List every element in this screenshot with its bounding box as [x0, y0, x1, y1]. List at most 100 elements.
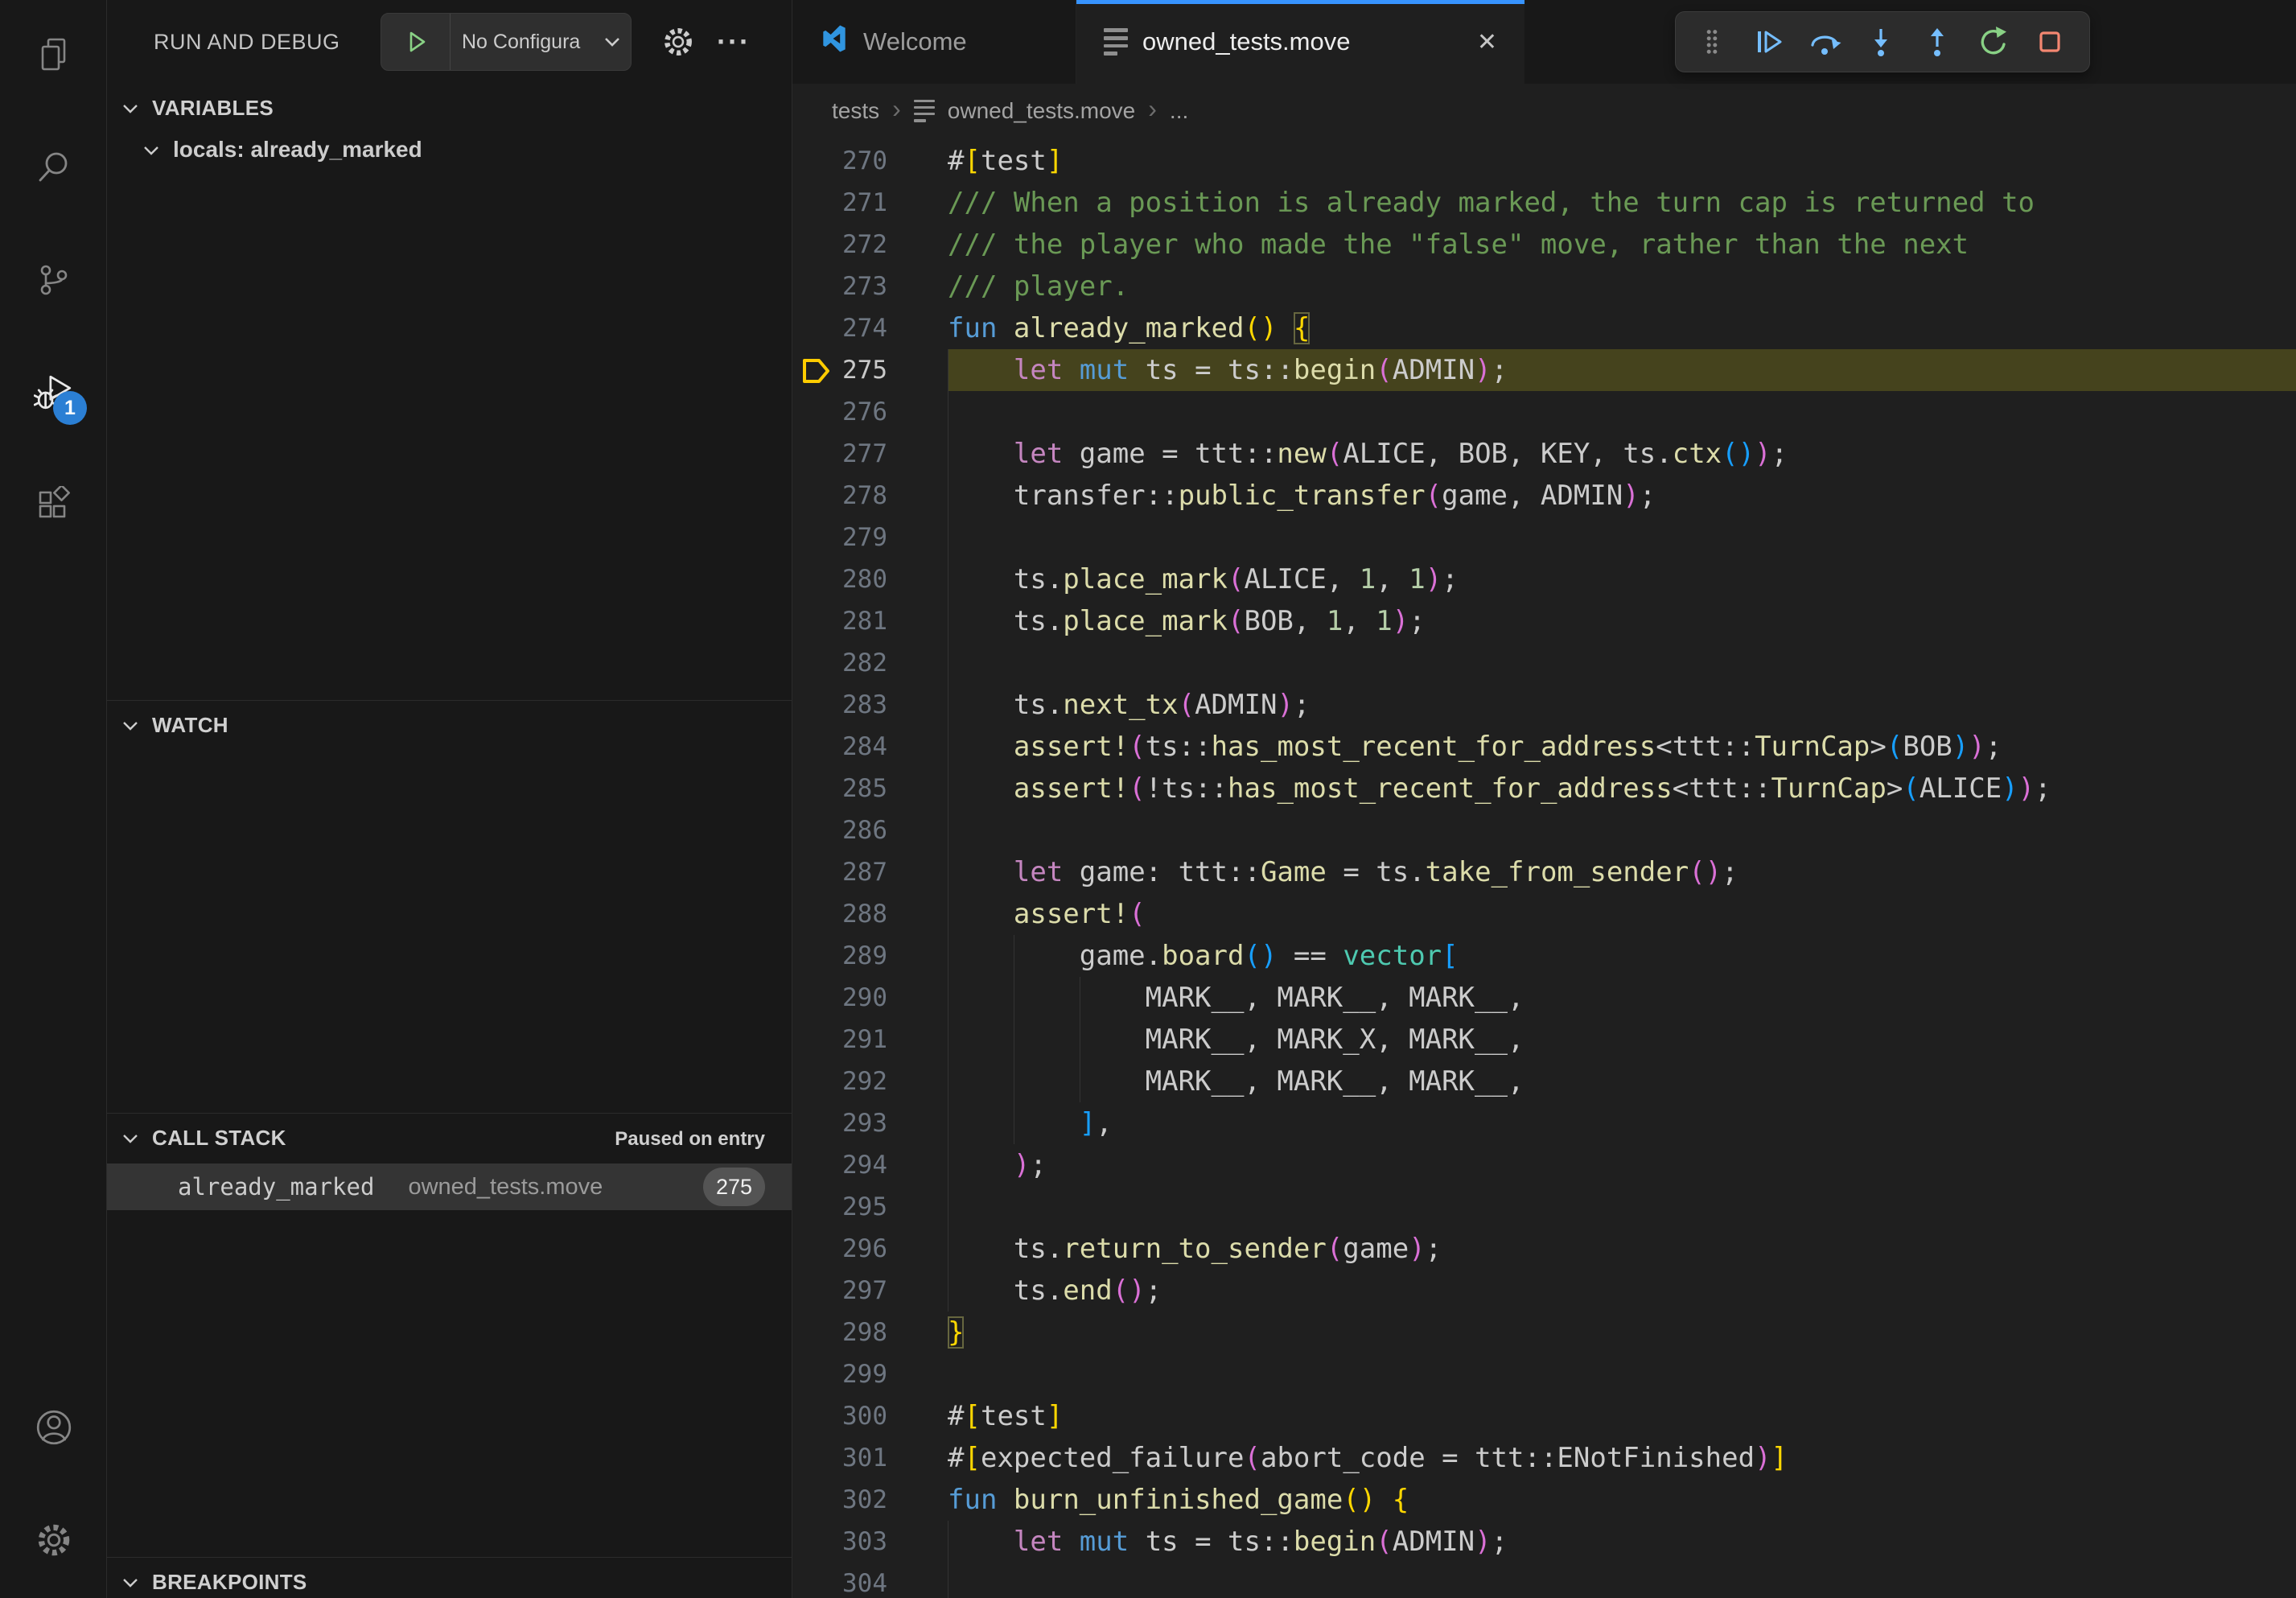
manage-button[interactable]	[0, 1485, 107, 1598]
line-number[interactable]: 278	[792, 475, 887, 517]
debug-settings-gear-icon[interactable]	[660, 24, 696, 64]
code-line[interactable]: 280 ts.place_mark(ALICE, 1, 1);	[792, 558, 2296, 600]
line-number[interactable]: 295	[792, 1186, 887, 1228]
tab-owned-tests-move[interactable]: owned_tests.move ✕	[1076, 0, 1524, 84]
code-line[interactable]: 283 ts.next_tx(ADMIN);	[792, 684, 2296, 726]
line-number[interactable]: 279	[792, 517, 887, 558]
code-line[interactable]: 304	[792, 1563, 2296, 1598]
line-number[interactable]: 282	[792, 642, 887, 684]
line-number[interactable]: 296	[792, 1228, 887, 1270]
code-line[interactable]: 290 MARK__, MARK__, MARK__,	[792, 977, 2296, 1019]
launch-config-dropdown[interactable]: No Configura	[381, 13, 632, 71]
code-line[interactable]: 276	[792, 391, 2296, 433]
code-line[interactable]: 299	[792, 1353, 2296, 1395]
code-line[interactable]: 281 ts.place_mark(BOB, 1, 1);	[792, 600, 2296, 642]
line-number[interactable]: 298	[792, 1312, 887, 1353]
line-number[interactable]: 297	[792, 1270, 887, 1312]
line-number[interactable]: 288	[792, 893, 887, 935]
code-line[interactable]: 288 assert!(	[792, 893, 2296, 935]
line-number[interactable]: 303	[792, 1521, 887, 1563]
code-line[interactable]: 286	[792, 809, 2296, 851]
sidebar-item-explorer[interactable]	[0, 0, 107, 113]
sidebar-item-search[interactable]	[0, 113, 107, 225]
code-line[interactable]: 289 game.board() == vector[	[792, 935, 2296, 977]
line-number[interactable]: 280	[792, 558, 887, 600]
breakpoints-header[interactable]: BREAKPOINTS	[107, 1563, 792, 1598]
line-number[interactable]: 292	[792, 1061, 887, 1102]
code-line[interactable]: 287 let game: ttt::Game = ts.take_from_s…	[792, 851, 2296, 893]
code-line[interactable]: 273/// player.	[792, 266, 2296, 307]
stack-frame-row[interactable]: already_marked owned_tests.move 275	[107, 1163, 792, 1210]
code-line[interactable]: 298}	[792, 1312, 2296, 1353]
code-line[interactable]: 294 );	[792, 1144, 2296, 1186]
line-number[interactable]: 281	[792, 600, 887, 642]
line-number[interactable]: 277	[792, 433, 887, 475]
breadcrumb-item-file[interactable]: owned_tests.move	[948, 98, 1135, 124]
line-number[interactable]: 289	[792, 935, 887, 977]
sidebar-item-extensions[interactable]	[0, 451, 107, 563]
code-line[interactable]: 278 transfer::public_transfer(game, ADMI…	[792, 475, 2296, 517]
code-line[interactable]: 301#[expected_failure(abort_code = ttt::…	[792, 1437, 2296, 1479]
line-number[interactable]: 300	[792, 1395, 887, 1437]
breadcrumb-item-symbol[interactable]: ...	[1170, 98, 1188, 124]
line-number[interactable]: 273	[792, 266, 887, 307]
code-line[interactable]: 274fun already_marked() {	[792, 307, 2296, 349]
code-line[interactable]: 291 MARK__, MARK_X, MARK__,	[792, 1019, 2296, 1061]
line-number[interactable]: 283	[792, 684, 887, 726]
step-out-button[interactable]	[1909, 16, 1965, 68]
line-number[interactable]: 290	[792, 977, 887, 1019]
code-line[interactable]: 282	[792, 642, 2296, 684]
line-number[interactable]: 294	[792, 1144, 887, 1186]
line-number[interactable]: 287	[792, 851, 887, 893]
code-line[interactable]: 270#[test]	[792, 140, 2296, 182]
line-number[interactable]: 285	[792, 768, 887, 809]
sidebar-item-source-control[interactable]	[0, 225, 107, 338]
code-line[interactable]: 293 ],	[792, 1102, 2296, 1144]
line-number[interactable]: 272	[792, 224, 887, 266]
watch-header[interactable]: WATCH	[107, 706, 792, 744]
code-line[interactable]: 277 let game = ttt::new(ALICE, BOB, KEY,…	[792, 433, 2296, 475]
start-debug-button[interactable]	[381, 14, 451, 70]
close-icon[interactable]: ✕	[1477, 28, 1497, 56]
code-line[interactable]: 285 assert!(!ts::has_most_recent_for_add…	[792, 768, 2296, 809]
line-number[interactable]: 299	[792, 1353, 887, 1395]
code-line[interactable]: 292 MARK__, MARK__, MARK__,	[792, 1061, 2296, 1102]
sidebar-item-run-and-debug[interactable]: 1	[0, 338, 107, 451]
line-number[interactable]: 302	[792, 1479, 887, 1521]
more-actions-icon[interactable]: ···	[717, 0, 751, 84]
tab-welcome[interactable]: Welcome	[792, 0, 1076, 84]
stop-button[interactable]	[2022, 16, 2078, 68]
toolbar-drag-handle-icon[interactable]	[1684, 16, 1740, 68]
code-line[interactable]: 297 ts.end();	[792, 1270, 2296, 1312]
step-into-button[interactable]	[1853, 16, 1909, 68]
code-line[interactable]: 275 let mut ts = ts::begin(ADMIN);	[792, 349, 2296, 391]
restart-button[interactable]	[1965, 16, 2022, 68]
code-line[interactable]: 284 assert!(ts::has_most_recent_for_addr…	[792, 726, 2296, 768]
line-number[interactable]: 270	[792, 140, 887, 182]
variables-scope-locals[interactable]: locals: already_marked	[107, 127, 792, 172]
variables-header[interactable]: VARIABLES	[107, 89, 792, 127]
account-button[interactable]	[0, 1373, 107, 1485]
continue-button[interactable]	[1740, 16, 1796, 68]
code-line[interactable]: 303 let mut ts = ts::begin(ADMIN);	[792, 1521, 2296, 1563]
code-line[interactable]: 295	[792, 1186, 2296, 1228]
code-line[interactable]: 302fun burn_unfinished_game() {	[792, 1479, 2296, 1521]
line-number[interactable]: 304	[792, 1563, 887, 1598]
line-number[interactable]: 286	[792, 809, 887, 851]
watch-section: WATCH	[107, 700, 792, 744]
code-line[interactable]: 300#[test]	[792, 1395, 2296, 1437]
line-number[interactable]: 301	[792, 1437, 887, 1479]
code-editor[interactable]: 270#[test]271/// When a position is alre…	[792, 138, 2296, 1598]
code-line[interactable]: 271/// When a position is already marked…	[792, 182, 2296, 224]
line-number[interactable]: 271	[792, 182, 887, 224]
line-number[interactable]: 276	[792, 391, 887, 433]
line-number[interactable]: 293	[792, 1102, 887, 1144]
line-number[interactable]: 274	[792, 307, 887, 349]
step-over-button[interactable]	[1796, 16, 1853, 68]
breadcrumb-item-tests[interactable]: tests	[832, 98, 879, 124]
code-line[interactable]: 279	[792, 517, 2296, 558]
line-number[interactable]: 291	[792, 1019, 887, 1061]
code-line[interactable]: 296 ts.return_to_sender(game);	[792, 1228, 2296, 1270]
line-number[interactable]: 284	[792, 726, 887, 768]
code-line[interactable]: 272/// the player who made the "false" m…	[792, 224, 2296, 266]
